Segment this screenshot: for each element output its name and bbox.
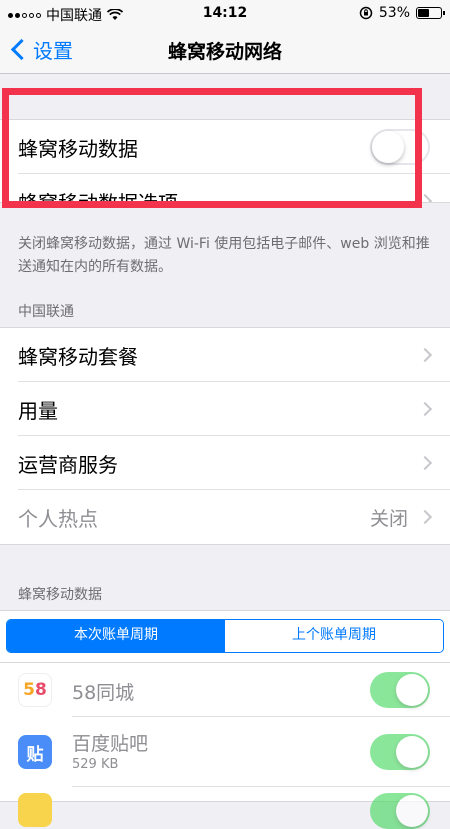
toggle-knob	[396, 674, 428, 706]
data-section-header: 蜂窝移动数据	[18, 587, 102, 603]
58-app-icon: 58	[18, 673, 52, 707]
cellular-data-toggle[interactable]	[370, 129, 430, 165]
app-tieba-toggle[interactable]	[370, 734, 430, 770]
nav-bar: 设置 蜂窝移动网络	[0, 26, 450, 74]
app-icon	[18, 793, 52, 827]
app-row-58: 58 58同城	[0, 663, 450, 717]
battery-percent: 53%	[378, 5, 410, 21]
chevron-right-icon	[417, 193, 433, 202]
carrier-services-row[interactable]: 运营商服务	[0, 436, 450, 490]
tab-last-period[interactable]: 上个账单周期	[225, 620, 443, 652]
cellular-data-label: 蜂窝移动数据	[18, 136, 138, 161]
cellular-data-row: 蜂窝移动数据	[0, 120, 450, 174]
carrier-services-label: 运营商服务	[18, 452, 118, 477]
cellular-options-row[interactable]: 蜂窝移动数据选项	[0, 174, 450, 203]
app-58-toggle[interactable]	[370, 672, 430, 708]
cellular-options-label: 蜂窝移动数据选项	[18, 190, 178, 203]
orientation-lock-icon	[359, 6, 373, 20]
chevron-right-icon	[417, 455, 433, 471]
app-size: 529 KB	[72, 757, 119, 772]
status-bar: 中国联通 14:12 53%	[0, 0, 450, 26]
chevron-right-icon	[417, 401, 433, 417]
page-title: 蜂窝移动网络	[167, 41, 282, 63]
tieba-app-icon: 贴	[18, 735, 52, 769]
app-row-partial	[0, 787, 450, 829]
chevron-right-icon	[417, 347, 433, 363]
personal-hotspot-row[interactable]: 个人热点 关闭	[0, 490, 450, 544]
chevron-right-icon	[417, 509, 433, 525]
tab-current-period[interactable]: 本次账单周期	[7, 620, 225, 652]
cellular-group: 蜂窝移动数据 蜂窝移动数据选项	[0, 119, 450, 203]
apps-group: 58 58同城 贴 百度贴吧 529 KB	[0, 662, 450, 829]
billing-period-segmented-control: 本次账单周期 上个账单周期	[6, 619, 444, 653]
usage-label: 用量	[18, 398, 58, 423]
app-row-tieba: 贴 百度贴吧 529 KB	[0, 717, 450, 787]
app-name: 百度贴吧	[72, 733, 149, 755]
personal-hotspot-label: 个人热点	[18, 506, 98, 531]
toggle-knob	[372, 131, 404, 163]
status-right: 53%	[359, 5, 445, 21]
plan-label: 蜂窝移动套餐	[18, 344, 138, 369]
carrier-section-header: 中国联通	[18, 304, 74, 320]
plan-row[interactable]: 蜂窝移动套餐	[0, 328, 450, 382]
battery-icon	[416, 7, 445, 19]
tieba-icon-glyph: 贴	[26, 744, 44, 765]
personal-hotspot-value: 关闭	[369, 507, 408, 530]
app-name: 58同城	[72, 682, 135, 704]
cellular-footer-text: 关闭蜂窝移动数据，通过 Wi-Fi 使用包括电子邮件、web 浏览和推送通知在内…	[18, 236, 430, 275]
carrier-group: 蜂窝移动套餐 用量 运营商服务 个人热点 关闭	[0, 327, 450, 545]
toggle-knob	[396, 736, 428, 768]
app-toggle[interactable]	[370, 793, 430, 829]
usage-row[interactable]: 用量	[0, 382, 450, 436]
